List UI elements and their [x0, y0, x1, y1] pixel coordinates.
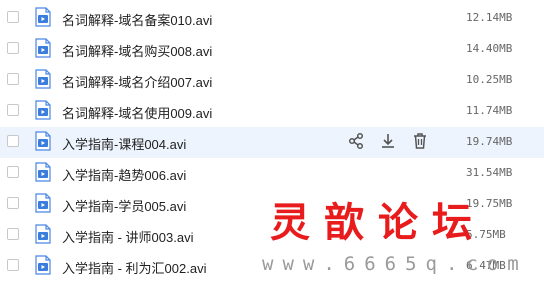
file-name[interactable]: 名词解释-域名使用009.avi [62, 103, 212, 122]
file-row[interactable]: 入学指南-趋势006.avi 31.54MB [0, 158, 544, 189]
row-checkbox[interactable] [7, 135, 19, 147]
file-name[interactable]: 入学指南-课程004.avi [62, 134, 186, 153]
file-size: 11.74MB [466, 104, 513, 117]
video-file-icon [35, 38, 51, 58]
file-name[interactable]: 入学指南 - 利为汇002.avi [62, 258, 206, 277]
file-size: 12.14MB [466, 11, 513, 24]
file-row[interactable]: 名词解释-域名备案010.avi 12.14MB [0, 3, 544, 34]
file-row[interactable]: 名词解释-域名介绍007.avi 10.25MB [0, 65, 544, 96]
row-checkbox[interactable] [7, 259, 19, 271]
file-name[interactable]: 入学指南-趋势006.avi [62, 165, 186, 184]
delete-icon[interactable] [410, 131, 430, 151]
file-row[interactable]: 名词解释-域名使用009.avi 11.74MB [0, 96, 544, 127]
file-row[interactable]: 名词解释-域名购买008.avi 14.40MB [0, 34, 544, 65]
video-file-icon [35, 131, 51, 151]
file-size: 31.54MB [466, 166, 513, 179]
share-icon[interactable] [346, 131, 366, 151]
row-checkbox[interactable] [7, 197, 19, 209]
file-size: 5.75MB [466, 228, 506, 241]
file-size: 19.75MB [466, 197, 513, 210]
file-name[interactable]: 名词解释-域名介绍007.avi [62, 72, 212, 91]
row-checkbox[interactable] [7, 42, 19, 54]
file-size: 10.25MB [466, 73, 513, 86]
file-row[interactable]: 入学指南-学员005.avi 19.75MB [0, 189, 544, 220]
video-file-icon [35, 162, 51, 182]
file-size: 6.47MB [466, 259, 506, 272]
row-checkbox[interactable] [7, 11, 19, 23]
file-row-hovered[interactable]: 入学指南-课程004.avi 19.74MB [0, 127, 544, 158]
file-row[interactable]: 入学指南 - 利为汇002.avi 6.47MB [0, 251, 544, 282]
file-name[interactable]: 入学指南 - 讲师003.avi [62, 227, 193, 246]
file-row[interactable]: 入学指南 - 讲师003.avi 5.75MB [0, 220, 544, 251]
video-file-icon [35, 100, 51, 120]
download-icon[interactable] [378, 131, 398, 151]
video-file-icon [35, 193, 51, 213]
row-checkbox[interactable] [7, 166, 19, 178]
file-name[interactable]: 名词解释-域名购买008.avi [62, 41, 212, 60]
video-file-icon [35, 255, 51, 275]
row-checkbox[interactable] [7, 73, 19, 85]
file-size: 19.74MB [466, 135, 513, 148]
row-checkbox[interactable] [7, 228, 19, 240]
file-name[interactable]: 入学指南-学员005.avi [62, 196, 186, 215]
video-file-icon [35, 7, 51, 27]
file-name[interactable]: 名词解释-域名备案010.avi [62, 10, 212, 29]
row-checkbox[interactable] [7, 104, 19, 116]
video-file-icon [35, 69, 51, 89]
video-file-icon [35, 224, 51, 244]
file-size: 14.40MB [466, 42, 513, 55]
